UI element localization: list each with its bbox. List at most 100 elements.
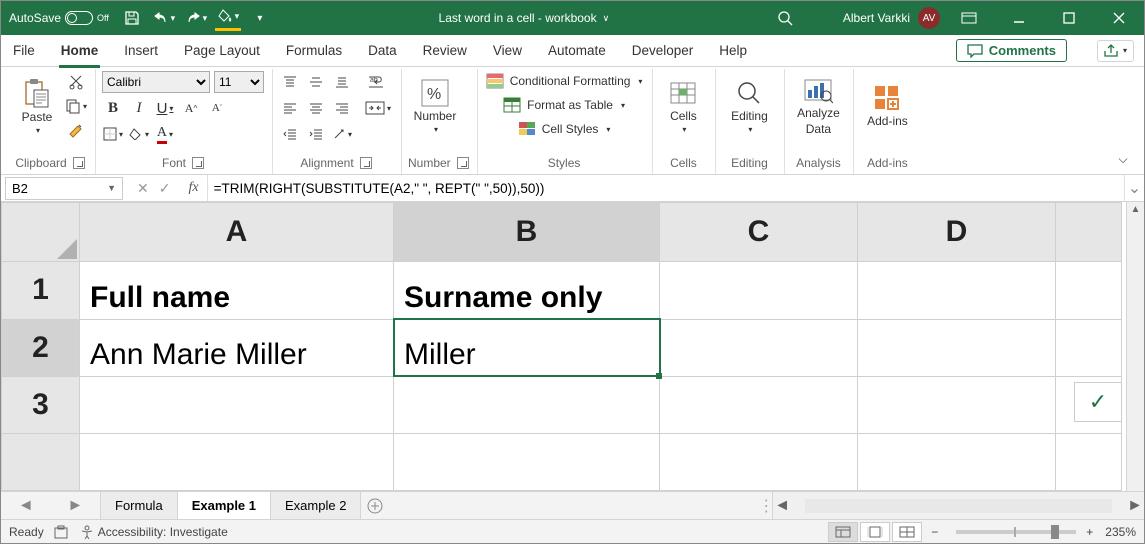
validation-checkmark-icon[interactable]: ✓ xyxy=(1074,382,1122,422)
macro-record-icon[interactable] xyxy=(54,525,70,539)
font-size-select[interactable]: 11 xyxy=(214,71,264,93)
cell-e2[interactable] xyxy=(1056,319,1122,376)
align-right-button[interactable] xyxy=(331,97,353,119)
italic-button[interactable]: I xyxy=(128,97,150,119)
addins-button[interactable]: Add-ins xyxy=(860,71,914,141)
number-launcher[interactable] xyxy=(457,157,469,169)
cell-c4[interactable] xyxy=(660,433,858,490)
cell-b4[interactable] xyxy=(394,433,660,490)
align-left-button[interactable] xyxy=(279,97,301,119)
save-icon[interactable] xyxy=(119,5,145,31)
autosave-toggle[interactable]: AutoSave Off xyxy=(5,11,113,25)
horizontal-scrollbar[interactable]: ◄ ► xyxy=(772,492,1144,519)
tab-review[interactable]: Review xyxy=(421,39,469,62)
zoom-level[interactable]: 235% xyxy=(1105,525,1136,539)
scroll-left-button[interactable]: ◄ xyxy=(773,497,791,515)
col-header-c[interactable]: C xyxy=(660,203,858,262)
tab-page-layout[interactable]: Page Layout xyxy=(182,39,262,62)
analyze-data-button[interactable]: Analyze Data xyxy=(791,71,845,141)
row-header-1[interactable]: 1 xyxy=(2,262,80,319)
vertical-scrollbar[interactable]: ▲ xyxy=(1126,202,1144,491)
name-box-dropdown-icon[interactable]: ▼ xyxy=(107,183,116,193)
underline-button[interactable]: U▾ xyxy=(154,97,176,119)
font-name-select[interactable]: Calibri xyxy=(102,71,210,93)
sheet-tab-formula[interactable]: Formula xyxy=(101,492,178,519)
cell-e1[interactable] xyxy=(1056,262,1122,319)
cells-button[interactable]: Cells▾ xyxy=(659,71,707,141)
cell-c3[interactable] xyxy=(660,376,858,433)
document-title[interactable]: Last word in a cell - workbook xyxy=(439,11,597,25)
user-name[interactable]: Albert Varkki xyxy=(843,11,910,25)
zoom-out-button[interactable]: − xyxy=(931,525,938,539)
cell-a2[interactable]: Ann Marie Miller xyxy=(80,319,394,376)
tab-insert[interactable]: Insert xyxy=(122,39,160,62)
cell-a4[interactable] xyxy=(80,433,394,490)
tab-help[interactable]: Help xyxy=(717,39,749,62)
font-launcher[interactable] xyxy=(192,157,204,169)
cancel-formula-icon[interactable]: ✕ xyxy=(137,180,149,197)
increase-font-button[interactable]: A^ xyxy=(180,97,202,119)
paste-button[interactable]: Paste ▾ xyxy=(13,71,61,141)
cut-button[interactable] xyxy=(65,71,87,93)
cell-styles-button[interactable]: Cell Styles▾ xyxy=(484,119,645,139)
tab-home[interactable]: Home xyxy=(59,39,101,62)
zoom-in-button[interactable]: + xyxy=(1086,525,1093,539)
editing-button[interactable]: Editing▾ xyxy=(722,71,776,141)
collapse-ribbon-button[interactable]: ⌵ xyxy=(1112,148,1134,170)
row-header-3[interactable]: 3 xyxy=(2,376,80,433)
share-button[interactable]: ▾ xyxy=(1097,40,1134,62)
cell-b3[interactable] xyxy=(394,376,660,433)
tab-formulas[interactable]: Formulas xyxy=(284,39,344,62)
user-avatar[interactable]: AV xyxy=(918,7,940,29)
redo-button[interactable]: ▾ xyxy=(183,5,209,31)
view-page-layout-button[interactable] xyxy=(860,522,890,542)
close-button[interactable] xyxy=(1098,1,1140,35)
tab-file[interactable]: File xyxy=(11,39,37,62)
number-format-button[interactable]: % Number ▾ xyxy=(408,71,462,141)
cell-e4[interactable] xyxy=(1056,433,1122,490)
decrease-indent-button[interactable] xyxy=(279,123,301,145)
zoom-slider[interactable] xyxy=(956,530,1076,534)
cell-b1[interactable]: Surname only xyxy=(394,262,660,319)
col-header-d[interactable]: D xyxy=(858,203,1056,262)
sheet-tab-example2[interactable]: Example 2 xyxy=(271,492,361,519)
cell-d3[interactable] xyxy=(858,376,1056,433)
format-painter-button[interactable] xyxy=(65,119,87,141)
scroll-right-button[interactable]: ► xyxy=(1126,497,1144,515)
enter-formula-icon[interactable]: ✓ xyxy=(159,180,171,197)
sheet-tab-example1[interactable]: Example 1 xyxy=(178,492,271,519)
decrease-font-button[interactable]: Aˇ xyxy=(206,97,228,119)
align-bottom-button[interactable] xyxy=(331,71,353,93)
align-middle-button[interactable] xyxy=(305,71,327,93)
search-icon[interactable] xyxy=(775,8,795,28)
formula-input[interactable]: =TRIM(RIGHT(SUBSTITUTE(A2," ", REPT(" ",… xyxy=(207,175,1124,201)
minimize-button[interactable] xyxy=(998,1,1040,35)
wrap-text-button[interactable]: ab xyxy=(363,71,393,93)
comments-button[interactable]: Comments xyxy=(956,39,1067,62)
qat-customize-button[interactable]: ▾ xyxy=(247,5,273,31)
fill-color-button[interactable]: ▾ xyxy=(215,5,241,31)
tab-developer[interactable]: Developer xyxy=(630,39,696,62)
alignment-launcher[interactable] xyxy=(360,157,372,169)
cell-d1[interactable] xyxy=(858,262,1056,319)
borders-button[interactable]: ▾ xyxy=(102,123,124,145)
format-as-table-button[interactable]: Format as Table▾ xyxy=(484,95,645,115)
maximize-button[interactable] xyxy=(1048,1,1090,35)
col-header-a[interactable]: A xyxy=(80,203,394,262)
increase-indent-button[interactable] xyxy=(305,123,327,145)
col-header-b[interactable]: B xyxy=(394,203,660,262)
accessibility-status[interactable]: Accessibility: Investigate xyxy=(98,525,228,539)
cell-b2[interactable]: Miller xyxy=(394,319,660,376)
col-header-e[interactable] xyxy=(1056,203,1122,262)
orientation-button[interactable]: ▾ xyxy=(331,123,353,145)
expand-formula-bar-button[interactable]: ⌄ xyxy=(1124,175,1144,201)
align-top-button[interactable] xyxy=(279,71,301,93)
fill-color-ribbon-button[interactable]: ▾ xyxy=(128,123,150,145)
fx-icon[interactable]: fx xyxy=(180,180,206,196)
bold-button[interactable]: B xyxy=(102,97,124,119)
cell-c1[interactable] xyxy=(660,262,858,319)
row-header-4[interactable] xyxy=(2,433,80,490)
name-box[interactable]: B2 ▼ xyxy=(5,177,123,200)
tab-view[interactable]: View xyxy=(491,39,524,62)
select-all-corner[interactable] xyxy=(2,203,80,262)
